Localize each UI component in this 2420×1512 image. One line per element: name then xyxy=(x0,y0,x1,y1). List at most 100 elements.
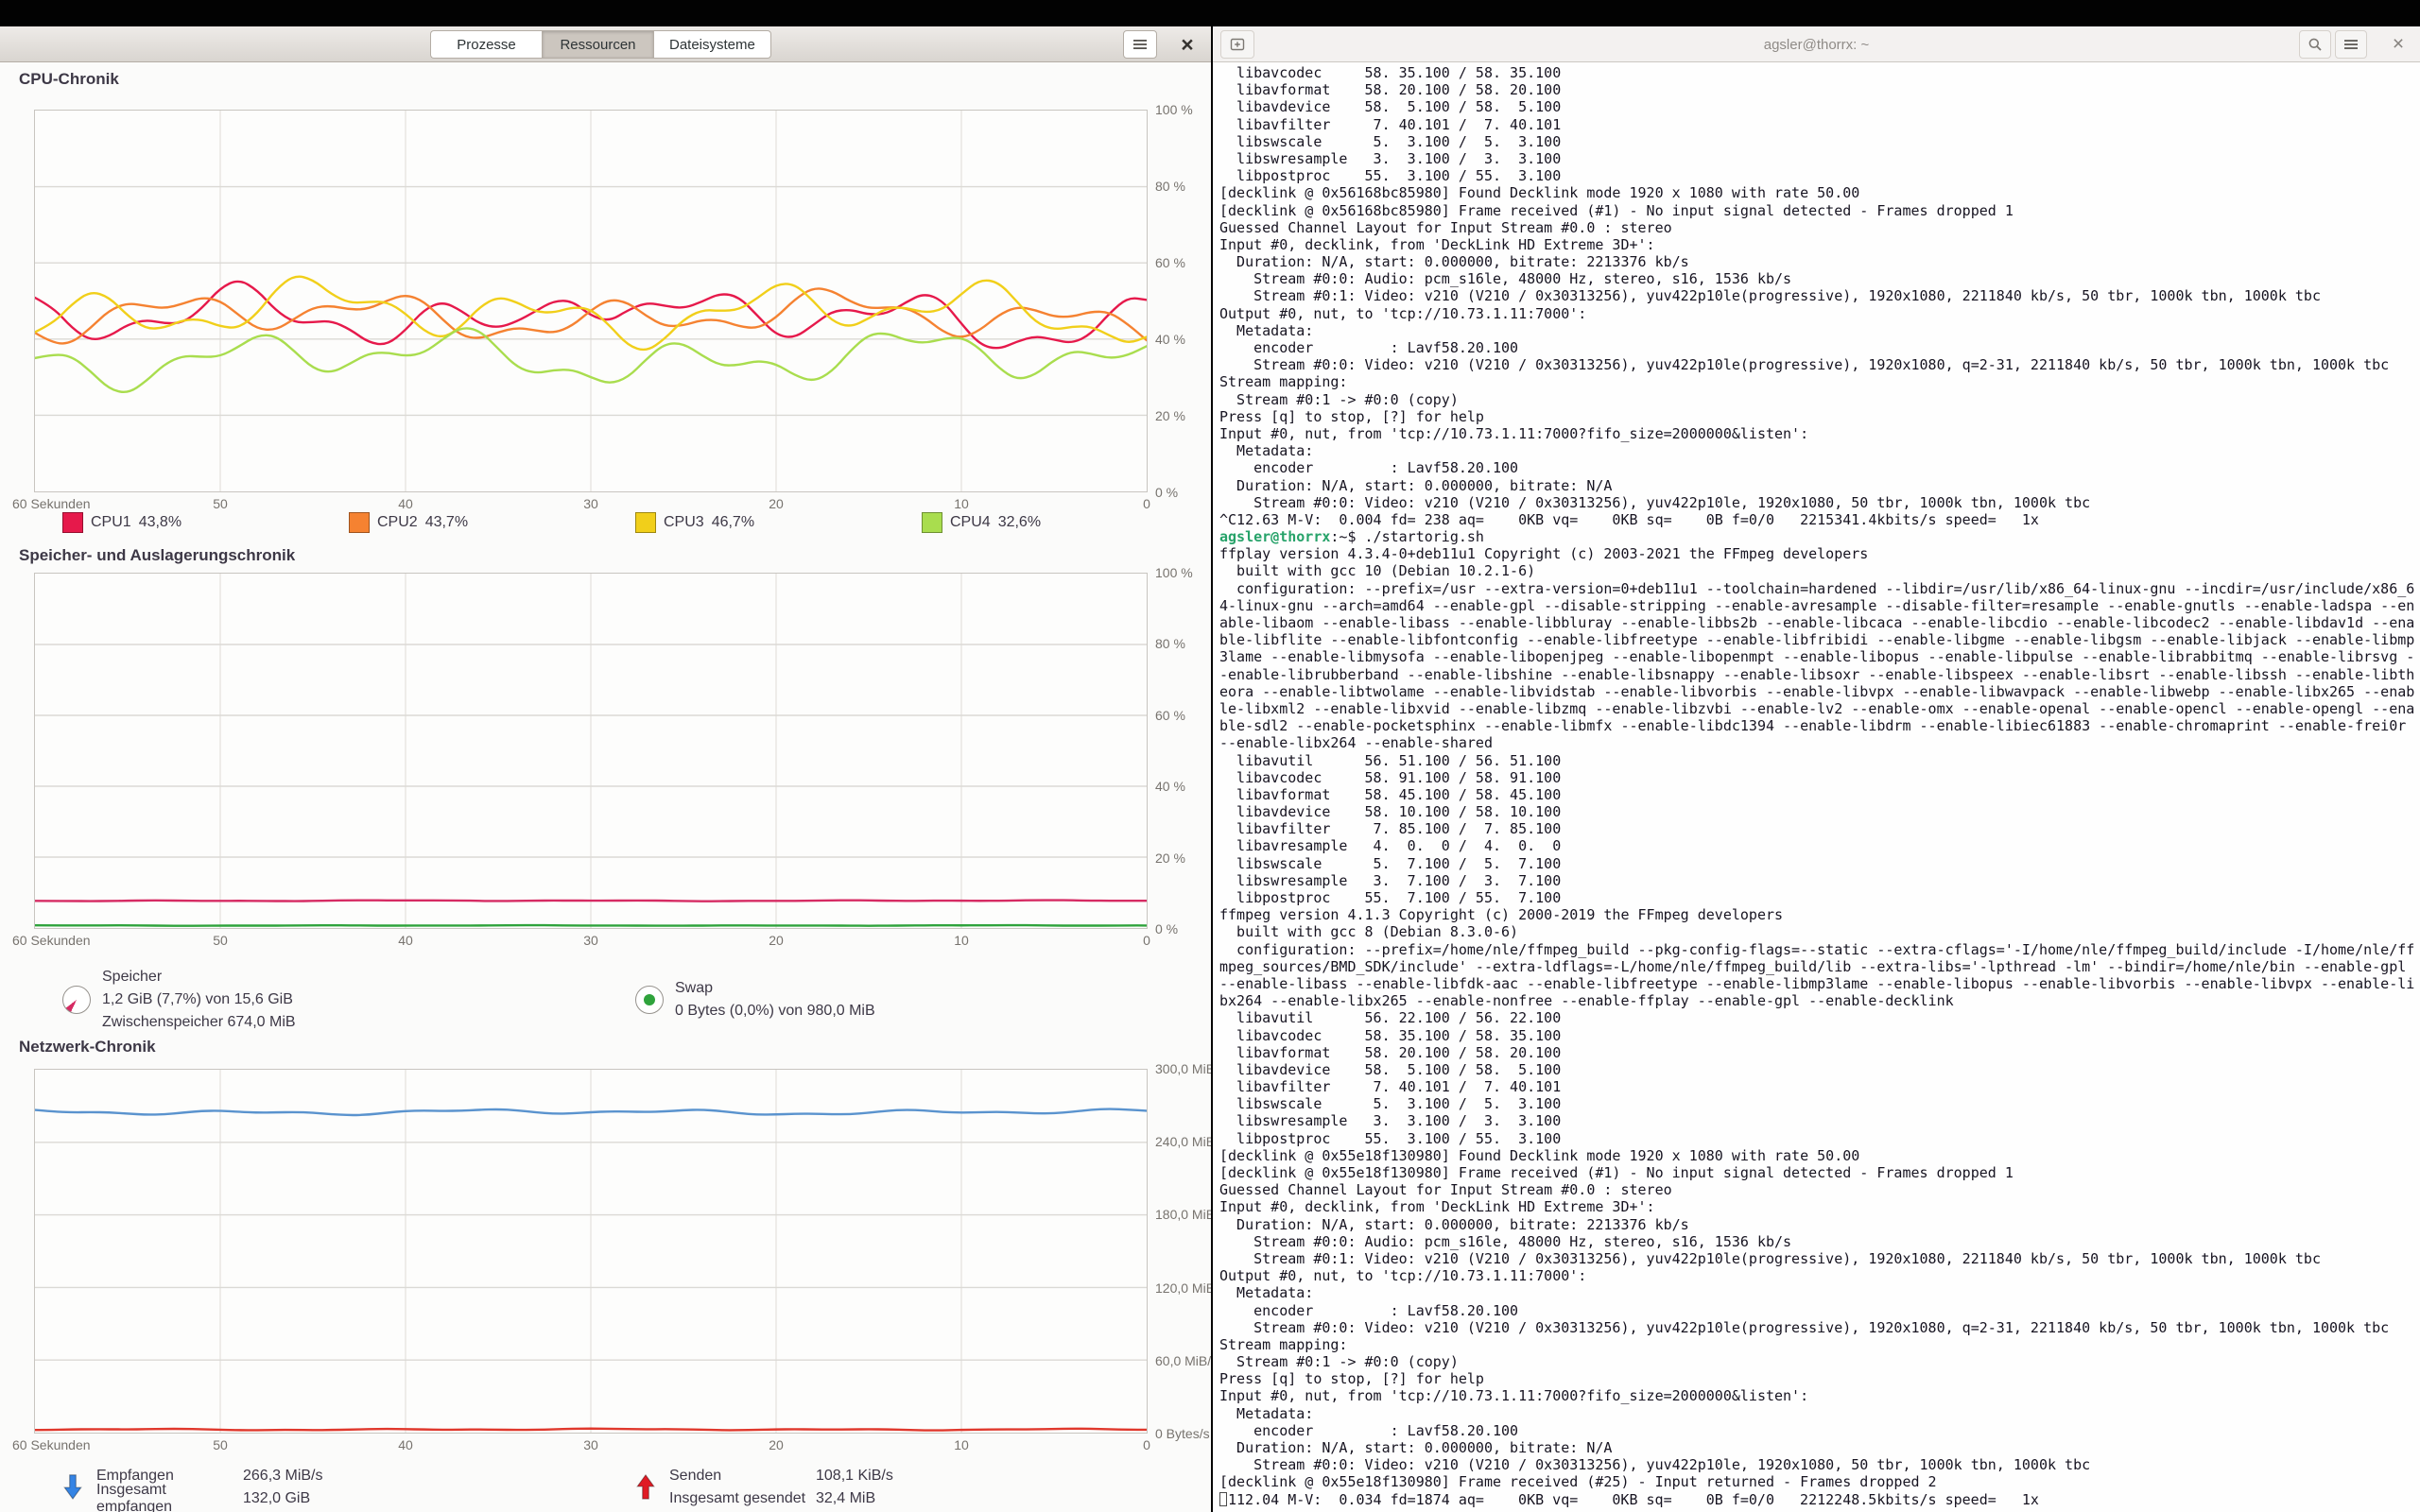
terminal-screen[interactable]: libavcodec 58. 35.100 / 58. 35.100 libav… xyxy=(1213,62,2420,1512)
network-receive-item: Empfangen 266,3 MiB/s Insgesamt empfange… xyxy=(62,1465,635,1510)
close-icon: × xyxy=(1181,32,1193,58)
terminal-line: encoder : Lavf58.20.100 xyxy=(1219,339,2420,356)
terminal-line: Stream mapping: xyxy=(1219,373,2420,390)
receive-rate: 266,3 MiB/s xyxy=(243,1468,635,1485)
cpu2-color-swatch xyxy=(349,512,370,533)
network-chart-x-axis: 60 Sekunden50403020100 xyxy=(35,1437,1147,1452)
terminal-close-button[interactable]: × xyxy=(2382,30,2414,59)
terminal-line: libswresample 3. 3.100 / 3. 3.100 xyxy=(1219,150,2420,167)
terminal-line: Input #0, decklink, from 'DeckLink HD Ex… xyxy=(1219,236,2420,253)
terminal-status-line: 112.04 M-V: 0.034 fd=1874 aq= 0KB vq= 0K… xyxy=(1219,1491,2420,1508)
terminal-line: libavcodec 58. 91.100 / 58. 91.100 xyxy=(1219,769,2420,786)
memory-history-chart: 100 %80 %60 %40 %20 %0 % 60 Sekunden5040… xyxy=(34,573,1148,929)
terminal-line: able-libaom --enable-libass --enable-lib… xyxy=(1219,614,2420,631)
x-tick-label: 40 xyxy=(398,496,413,511)
terminal-line: libavdevice 58. 5.100 / 58. 5.100 xyxy=(1219,98,2420,115)
cpu3-legend-item: CPU3 46,7% xyxy=(635,512,922,533)
cpu3-color-swatch xyxy=(635,512,656,533)
memory-usage: 1,2 GiB (7,7%) von 15,6 GiB xyxy=(102,988,296,1011)
tab-ressourcen[interactable]: Ressourcen xyxy=(542,30,653,59)
system-monitor-headerbar: Prozesse Ressourcen Dateisysteme × xyxy=(0,26,1211,62)
close-button[interactable]: × xyxy=(1172,30,1202,59)
x-tick-label: 50 xyxy=(213,496,228,511)
x-tick-label: 40 xyxy=(398,933,413,948)
send-rate: 108,1 KiB/s xyxy=(816,1468,1208,1485)
terminal-output-block-1: libavcodec 58. 35.100 / 58. 35.100 libav… xyxy=(1219,64,2420,528)
terminal-line: Stream mapping: xyxy=(1219,1336,2420,1353)
terminal-menu-button[interactable] xyxy=(2335,30,2367,59)
terminal-line: built with gcc 8 (Debian 8.3.0-6) xyxy=(1219,923,2420,940)
x-tick-label: 50 xyxy=(213,933,228,948)
terminal-line: [decklink @ 0x55e18f130980] Frame receiv… xyxy=(1219,1473,2420,1490)
x-tick-label: 20 xyxy=(769,1437,784,1452)
new-tab-button[interactable] xyxy=(1220,30,1254,59)
send-total: 32,4 MiB xyxy=(816,1490,1208,1507)
terminal-line: Metadata: xyxy=(1219,322,2420,339)
new-tab-icon xyxy=(1230,37,1245,52)
cpu4-value: 32,6% xyxy=(998,514,1041,531)
x-tick-label: 0 xyxy=(1143,1437,1150,1452)
y-tick-label: 60 % xyxy=(1155,708,1193,723)
swap-dot xyxy=(644,994,655,1005)
terminal-line: le-libxml2 --enable-libxvid --enable-lib… xyxy=(1219,700,2420,717)
cpu-section-title: CPU-Chronik xyxy=(19,70,119,89)
terminal-line: ble-libflite --enable-libfontconfig --en… xyxy=(1219,631,2420,648)
swap-usage: 0 Bytes (0,0%) von 980,0 MiB xyxy=(675,1000,875,1022)
terminal-line: Press [q] to stop, [?] for help xyxy=(1219,408,2420,425)
terminal-line: Guessed Channel Layout for Input Stream … xyxy=(1219,219,2420,236)
terminal-output-block-2: ffplay version 4.3.4-0+deb11u1 Copyright… xyxy=(1219,545,2420,1490)
x-tick-label: 20 xyxy=(769,496,784,511)
tab-dateisysteme[interactable]: Dateisysteme xyxy=(653,30,771,59)
memory-label: Speicher xyxy=(102,966,296,988)
x-tick-label: 10 xyxy=(954,933,969,948)
x-tick-label: 10 xyxy=(954,1437,969,1452)
terminal-line: libswscale 5. 3.100 / 5. 3.100 xyxy=(1219,133,2420,150)
x-tick-label: 30 xyxy=(583,1437,598,1452)
y-tick-label: 180,0 MiB/s xyxy=(1155,1207,1211,1222)
x-tick-label: 60 Sekunden xyxy=(12,933,91,948)
cpu-chart-plot xyxy=(35,111,1147,491)
terminal-line: Output #0, nut, to 'tcp://10.73.1.11:700… xyxy=(1219,305,2420,322)
terminal-line: --enable-libx264 --enable-shared xyxy=(1219,734,2420,751)
receive-total-label: Insgesamt empfangen xyxy=(96,1482,243,1512)
cpu2-legend-item: CPU2 43,7% xyxy=(349,512,635,533)
tab-prozesse[interactable]: Prozesse xyxy=(430,30,542,59)
y-tick-label: 20 % xyxy=(1155,408,1193,423)
prompt-command: :~$ ./startorig.sh xyxy=(1330,528,1484,545)
send-label: Senden xyxy=(669,1468,816,1485)
memory-chart-y-axis: 100 %80 %60 %40 %20 %0 % xyxy=(1155,565,1193,936)
terminal-line: libavformat 58. 20.100 / 58. 20.100 xyxy=(1219,1044,2420,1061)
terminal-line: ble-sdl2 --enable-pocketsphinx --enable-… xyxy=(1219,717,2420,734)
terminal-line: encoder : Lavf58.20.100 xyxy=(1219,1302,2420,1319)
search-button[interactable] xyxy=(2299,30,2331,59)
y-tick-label: 40 % xyxy=(1155,779,1193,794)
terminal-line: Stream #0:1 -> #0:0 (copy) xyxy=(1219,1353,2420,1370)
search-icon xyxy=(2308,37,2323,52)
terminal-line: libavdevice 58. 5.100 / 58. 5.100 xyxy=(1219,1061,2420,1078)
cpu-history-chart: 100 %80 %60 %40 %20 %0 % 60 Sekunden5040… xyxy=(34,110,1148,492)
x-tick-label: 10 xyxy=(954,496,969,511)
terminal-line: libavfilter 7. 85.100 / 7. 85.100 xyxy=(1219,820,2420,837)
terminal-line: [decklink @ 0x56168bc85980] Found Deckli… xyxy=(1219,184,2420,201)
terminal-headerbar: agsler@thorrx: ~ × xyxy=(1213,26,2420,62)
terminal-line: built with gcc 10 (Debian 10.2.1-6) xyxy=(1219,562,2420,579)
x-tick-label: 40 xyxy=(398,1437,413,1452)
memory-pie-icon xyxy=(62,986,91,1014)
terminal-line: encoder : Lavf58.20.100 xyxy=(1219,459,2420,476)
cpu4-legend-item: CPU4 32,6% xyxy=(922,512,1208,533)
terminal-line: libavutil 56. 22.100 / 56. 22.100 xyxy=(1219,1009,2420,1026)
terminal-line: configuration: --prefix=/home/nle/ffmpeg… xyxy=(1219,941,2420,958)
terminal-line: Metadata: xyxy=(1219,1405,2420,1422)
y-tick-label: 0 % xyxy=(1155,921,1193,936)
terminal-window-title: agsler@thorrx: ~ xyxy=(1213,26,2420,62)
terminal-line: Metadata: xyxy=(1219,442,2420,459)
menu-button[interactable] xyxy=(1123,30,1157,59)
terminal-line: Stream #0:1 -> #0:0 (copy) xyxy=(1219,391,2420,408)
terminal-line: eora --enable-libtwolame --enable-libvid… xyxy=(1219,683,2420,700)
cpu4-color-swatch xyxy=(922,512,942,533)
swap-label: Swap xyxy=(675,977,875,1000)
y-tick-label: 20 % xyxy=(1155,850,1193,866)
terminal-line: Duration: N/A, start: 0.000000, bitrate:… xyxy=(1219,1439,2420,1456)
terminal-line: Output #0, nut, to 'tcp://10.73.1.11:700… xyxy=(1219,1267,2420,1284)
terminal-line: libpostproc 55. 3.100 / 55. 3.100 xyxy=(1219,1130,2420,1147)
